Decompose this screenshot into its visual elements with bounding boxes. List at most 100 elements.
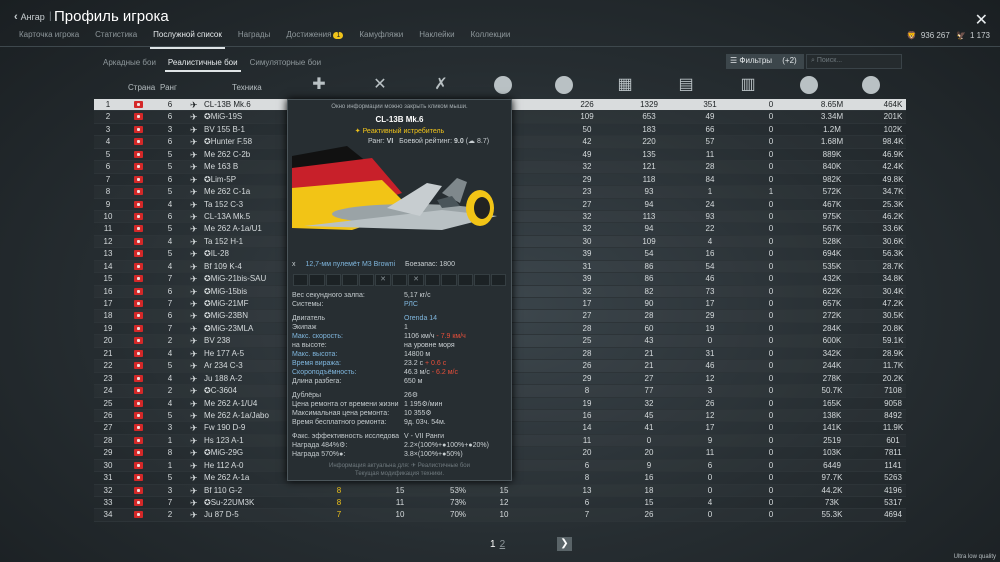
- card-vehicle-type: ✦ Реактивный истребитель: [354, 128, 445, 135]
- table-row[interactable]: 34 2 ✈ Ju 87 D-5 7 10 70% 10 7 26 0 0 55.3K 4694: [94, 509, 906, 522]
- row-number: 32: [103, 485, 113, 495]
- search-input[interactable]: ⌕ Поиск...: [806, 54, 902, 69]
- mod-slot[interactable]: [474, 274, 490, 286]
- aircraft-icon: ✈: [190, 448, 198, 459]
- table-row[interactable]: 33 7 ✈ ✪Su-22UM3K 8 11 73% 12 6 15 4 0 73K 5317: [94, 497, 906, 510]
- row-stat: 46: [705, 361, 715, 371]
- mode-tab-0[interactable]: Аркадные бои: [100, 56, 159, 69]
- row-vehicle-name: Fw 190 D-9: [204, 423, 246, 433]
- col-rank[interactable]: Ранг: [160, 83, 177, 92]
- row-stat: 6: [584, 498, 590, 507]
- filter-button[interactable]: ☰ Фильтры (+2): [726, 54, 804, 69]
- tab-5[interactable]: Камуфляжи: [356, 30, 406, 44]
- row-number: 22: [103, 361, 113, 371]
- row-number: 18: [103, 311, 113, 321]
- air-kills-icon[interactable]: [494, 76, 512, 94]
- germany-flag-icon: [134, 424, 143, 432]
- row-stat: 0: [768, 224, 774, 234]
- mod-slot[interactable]: [325, 274, 342, 286]
- row-stat: 28: [644, 311, 654, 321]
- tab-6[interactable]: Наклейки: [416, 30, 457, 44]
- table-row[interactable]: 32 3 ✈ Bf 110 G-2 8 15 53% 15 13 18 0 0 44.2K 4196: [94, 485, 906, 497]
- mod-slot[interactable]: [293, 274, 309, 286]
- mod-slot[interactable]: [309, 274, 325, 286]
- row-stat: 183: [642, 124, 656, 134]
- row-rank: 2: [167, 510, 173, 520]
- vehicle-tooltip-card[interactable]: Окно информации можно закрыть кликом мыш…: [287, 99, 512, 481]
- tab-4[interactable]: Достижения 1: [283, 30, 346, 44]
- crew-icon[interactable]: [555, 76, 573, 94]
- naval-kills-icon[interactable]: ▤: [677, 76, 695, 94]
- germany-flag-icon: [134, 349, 143, 357]
- silver-earned-icon[interactable]: [800, 76, 818, 94]
- row-stat: 32: [582, 224, 592, 234]
- mod-slot[interactable]: [457, 274, 474, 286]
- row-stat: 7811: [884, 448, 902, 458]
- close-icon[interactable]: ✕: [975, 10, 988, 30]
- germany-flag-icon: [134, 461, 143, 469]
- mode-tab-1[interactable]: Реалистичные бои: [164, 56, 241, 72]
- row-vehicle-name: ✪C-3604: [204, 386, 237, 396]
- crossed-guns-icon[interactable]: ✕: [408, 274, 424, 286]
- assists-icon[interactable]: ▥: [739, 76, 757, 94]
- row-number: 4: [105, 137, 111, 147]
- ground-kills-icon[interactable]: ▦: [616, 76, 634, 94]
- row-stat: 840K: [822, 162, 842, 172]
- stat-row: Награда 484%⚙: 2.2×(100%+●100%+●20%): [292, 441, 508, 450]
- tab-3[interactable]: Награды: [235, 30, 273, 44]
- stat-row: Экипаж 1: [292, 323, 508, 332]
- next-page-button[interactable]: ❯: [557, 537, 572, 551]
- tab-7[interactable]: Коллекции: [468, 30, 514, 44]
- mod-slot[interactable]: [441, 274, 457, 286]
- stat-value: 46.3 м/с - 6.2 м/с: [404, 369, 458, 376]
- victories-icon[interactable]: ✚: [310, 76, 328, 94]
- row-rank: 6: [167, 100, 173, 109]
- germany-flag-icon: [134, 163, 143, 171]
- row-vehicle-name: Ju 87 D-5: [204, 510, 239, 520]
- mod-slot[interactable]: [342, 274, 358, 286]
- stat-delta: - 7.9 км/ч: [434, 333, 466, 340]
- row-vehicle-name: Ta 152 H-1: [204, 236, 244, 246]
- row-number: 16: [103, 286, 113, 296]
- row-stat: 8: [584, 386, 590, 396]
- row-stat: 272K: [822, 311, 842, 321]
- mod-slot[interactable]: [391, 274, 408, 286]
- stat-value: на уровне моря: [404, 342, 455, 349]
- row-stat: 46.9K: [882, 149, 904, 159]
- row-stat: 8492: [884, 410, 902, 420]
- stat-label: Экипаж: [292, 324, 317, 331]
- stat-label: Скороподъёмность:: [292, 369, 357, 376]
- row-stat: 49: [705, 112, 715, 122]
- row-stat: 28: [705, 162, 715, 172]
- row-stat: 26: [582, 361, 592, 371]
- crossed-guns-icon[interactable]: ✕: [375, 274, 391, 286]
- aircraft-icon: ✈: [190, 473, 198, 484]
- deaths-icon[interactable]: ✗: [432, 76, 450, 94]
- row-stat: 73K: [824, 498, 840, 507]
- golden-eagles-icon: 🦅: [956, 31, 966, 40]
- research-earned-icon[interactable]: [862, 76, 880, 94]
- row-vehicle-name: CL-13B Mk.6: [204, 100, 251, 109]
- germany-flag-icon: [134, 399, 143, 407]
- row-stat: 66: [705, 124, 715, 134]
- back-to-hangar-button[interactable]: ‹ Ангар: [14, 11, 45, 23]
- battles-icon[interactable]: ✕: [371, 76, 389, 94]
- mod-slot[interactable]: [424, 274, 441, 286]
- tab-1[interactable]: Статистика: [92, 30, 140, 44]
- mod-slot[interactable]: [358, 274, 375, 286]
- row-rank: 5: [167, 187, 173, 197]
- stat-label: Длина разбега:: [292, 378, 342, 385]
- col-tech[interactable]: Техника: [232, 83, 262, 92]
- row-number: 19: [103, 323, 113, 333]
- stat-row: Макс. скорость: 1106 км/ч - 7.9 км/ч: [292, 332, 508, 341]
- row-stat: 94: [644, 224, 654, 234]
- col-country[interactable]: Страна: [128, 83, 155, 92]
- mode-tab-2[interactable]: Симуляторные бои: [247, 56, 324, 69]
- aircraft-icon: ✈: [190, 211, 198, 222]
- tab-2[interactable]: Послужной список: [150, 30, 225, 49]
- germany-flag-icon: [134, 275, 143, 283]
- page-2-link[interactable]: 2: [500, 539, 506, 550]
- mod-slot[interactable]: [490, 274, 507, 286]
- page-current[interactable]: 1: [490, 539, 496, 550]
- tab-0[interactable]: Карточка игрока: [16, 30, 82, 44]
